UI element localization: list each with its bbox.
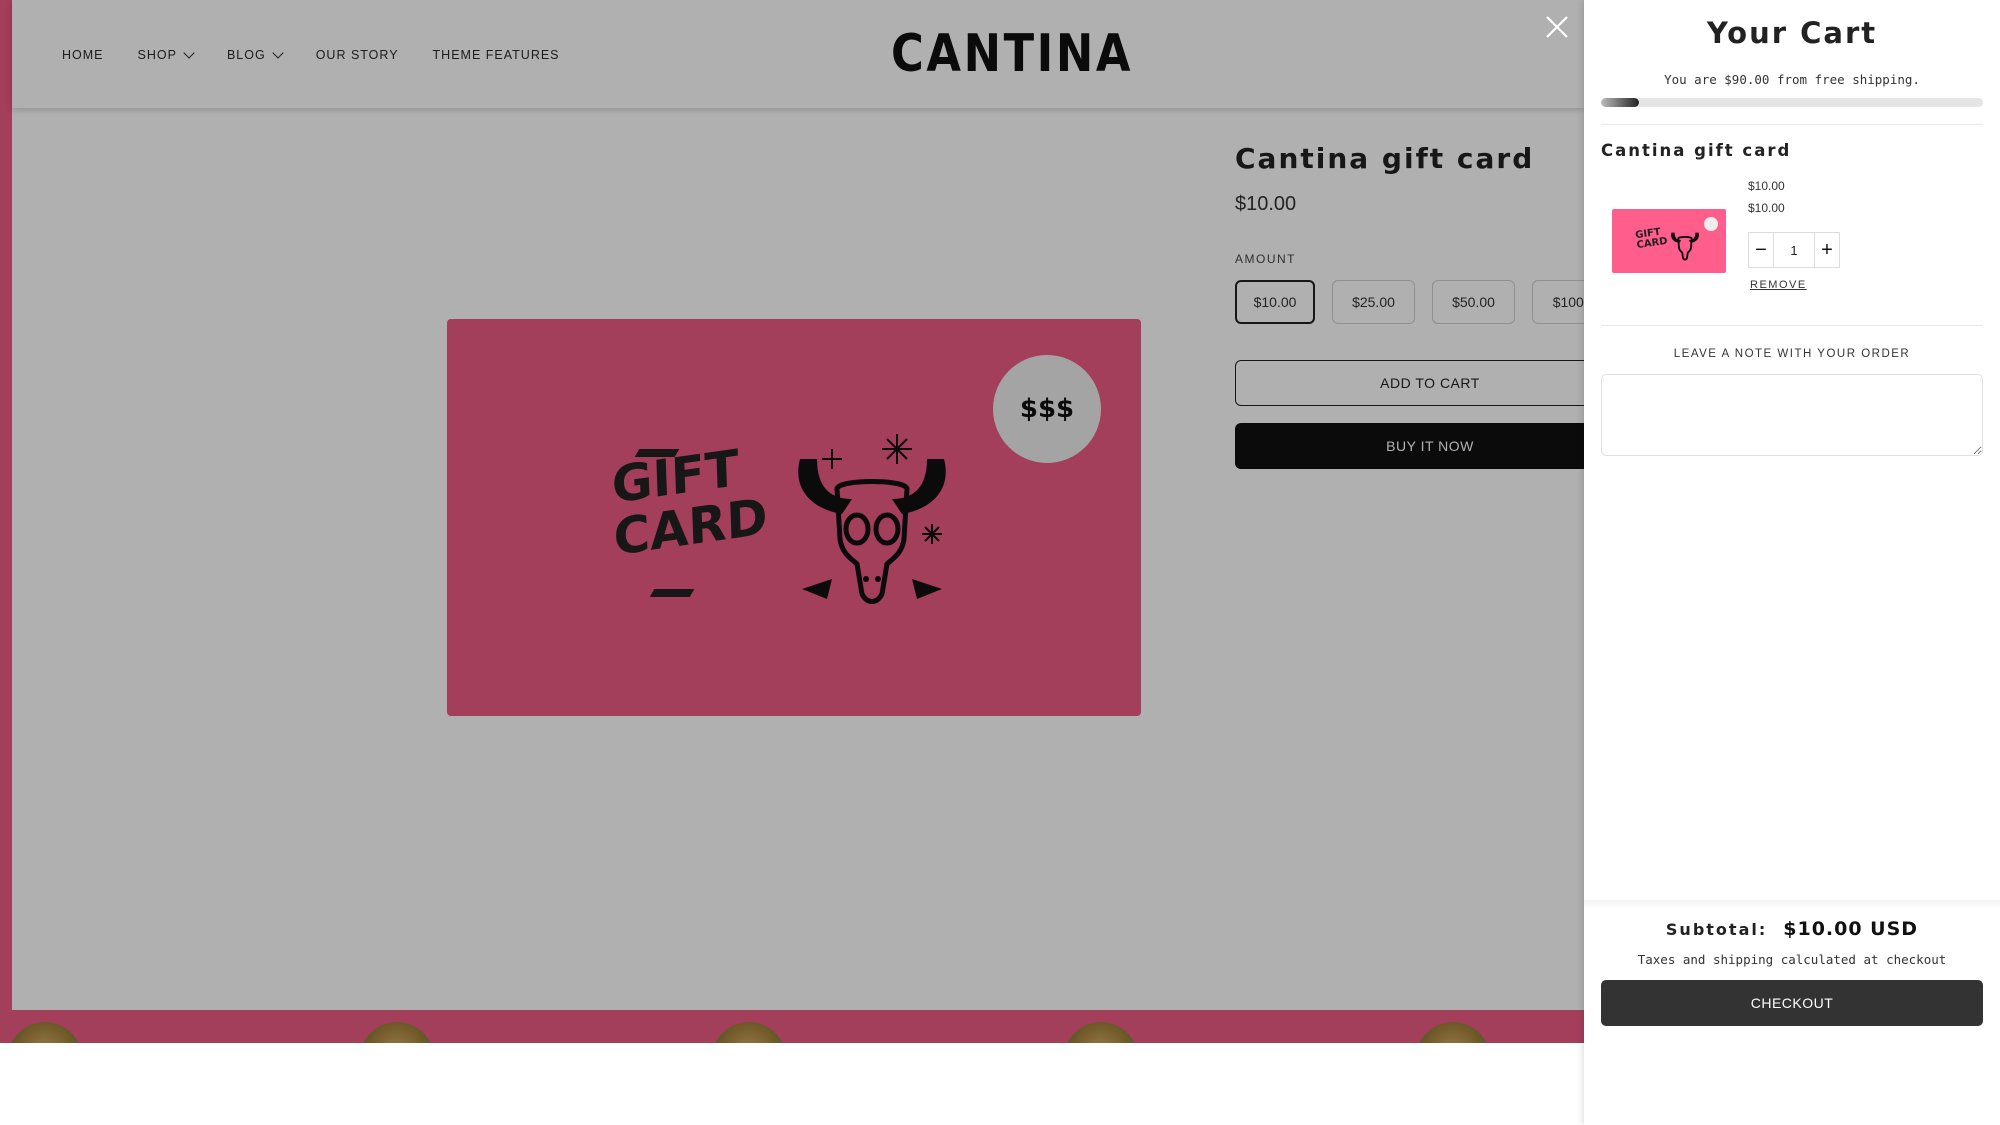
quantity-input[interactable]: 1 [1774,232,1814,268]
checkout-button[interactable]: CHECKOUT [1601,980,1983,1026]
cart-item-title: Cantina gift card [1601,141,1792,160]
drawer-overlay[interactable] [0,0,1584,1043]
tax-note: Taxes and shipping calculated at checkou… [1637,952,1947,967]
close-icon[interactable] [1542,12,1572,42]
thumb-seal [1704,217,1718,231]
free-shipping-progress-fill [1601,98,1640,107]
divider [1601,325,1983,326]
decrease-quantity-button[interactable]: − [1748,232,1774,268]
order-note-label: LEAVE A NOTE WITH YOUR ORDER [1673,348,1911,360]
divider [1601,124,1983,125]
cart-item-price: $10.00 [1748,179,1785,193]
subtotal-value: $10.00 USD [1783,918,1919,940]
cart-item-thumbnail[interactable]: GIFT CARD [1612,209,1726,273]
thumb-word-line2: CARD [1636,235,1669,252]
quantity-stepper: − 1 + [1748,232,1840,268]
cart-item-line-price: $10.00 [1748,201,1785,215]
thumb-wordmark: GIFT CARD [1635,227,1669,251]
subtotal-row: Subtotal: $10.00 USD [1584,918,2000,940]
bull-skull-icon [1671,232,1699,261]
remove-item-link[interactable]: REMOVE [1750,279,1807,291]
free-shipping-progress [1601,98,1983,107]
cart-title: Your Cart [1706,16,1878,50]
increase-quantity-button[interactable]: + [1814,232,1840,268]
order-note-input[interactable] [1601,374,1983,456]
subtotal-label: Subtotal: [1665,920,1768,939]
cart-drawer: Your Cart You are $90.00 from free shipp… [1584,0,2000,1125]
footer-separator [1584,900,2000,910]
free-shipping-message: You are $90.00 from free shipping. [1664,72,1920,87]
